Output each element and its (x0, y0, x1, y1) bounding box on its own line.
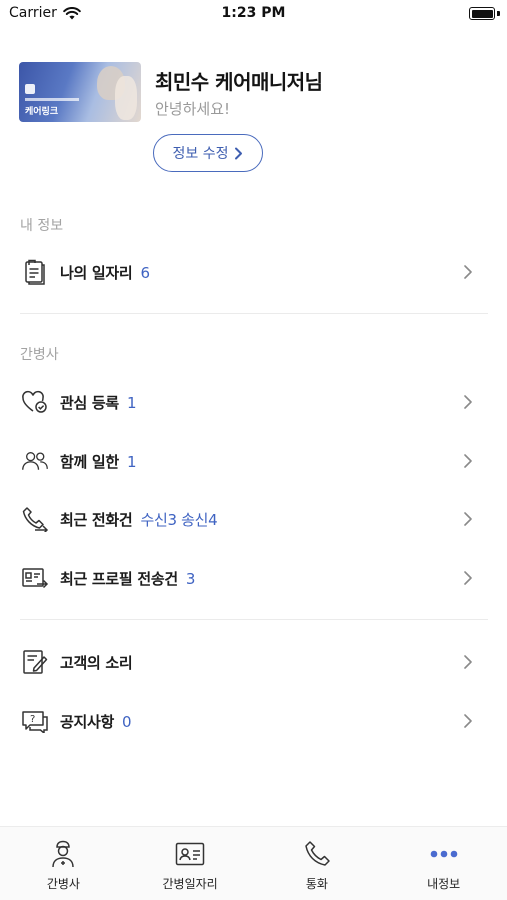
edit-note-icon (21, 648, 49, 676)
profile-header: 케어링크 최민수 케어매니저님 안녕하세요! 정보 수정 (19, 60, 489, 180)
tab-call[interactable]: 통화 (254, 827, 381, 900)
status-bar: Carrier 1:23 PM (0, 0, 507, 30)
chevron-right-icon (464, 454, 472, 468)
chevron-right-icon (464, 571, 472, 585)
menu-count: 0 (122, 712, 132, 731)
menu-label: 최근 프로필 전송건 3 (60, 569, 196, 588)
menu-count: 1 (126, 452, 137, 471)
menu-item-profile-sent[interactable]: 최근 프로필 전송건 3 (0, 550, 507, 606)
heart-check-icon (21, 388, 49, 416)
menu-item-worked-together[interactable]: 함께 일한 1 (0, 433, 507, 489)
tab-label: 간병사 (46, 877, 80, 891)
chevron-right-icon (464, 395, 472, 409)
menu-label: 관심 등록 1 (60, 393, 137, 412)
edit-info-button[interactable]: 정보 수정 (153, 134, 263, 172)
profile-banner-image: 케어링크 (19, 62, 141, 122)
menu-label: 최근 전화건 수신3 송신4 (60, 510, 218, 529)
menu-count: 1 (126, 393, 137, 412)
more-dots-icon (429, 839, 459, 869)
id-card-icon (175, 839, 205, 869)
section-label-caregiver: 간병사 (20, 347, 59, 363)
edit-info-label: 정보 수정 (172, 146, 229, 162)
profile-greeting: 안녕하세요! (155, 100, 231, 118)
menu-label: 공지사항 0 (60, 712, 132, 731)
notice-icon: ? (21, 707, 49, 735)
tab-label: 간병일자리 (162, 877, 218, 891)
menu-count: 3 (185, 569, 196, 588)
tab-caregiver-jobs[interactable]: 간병일자리 (127, 827, 254, 900)
profile-name: 최민수 케어매니저님 (155, 70, 323, 94)
section-divider (20, 619, 488, 620)
status-time: 1:23 PM (221, 5, 286, 21)
banner-brand-text: 케어링크 (25, 107, 59, 117)
menu-label: 함께 일한 1 (60, 452, 137, 471)
section-label-my-info: 내 정보 (20, 218, 64, 234)
menu-item-customer-voice[interactable]: 고객의 소리 (0, 634, 507, 690)
menu-label: 고객의 소리 (60, 653, 133, 672)
menu-item-my-jobs[interactable]: 나의 일자리 6 (0, 244, 507, 300)
svg-text:?: ? (30, 714, 35, 725)
menu-item-notices[interactable]: ? 공지사항 0 (0, 693, 507, 749)
menu-item-recent-calls[interactable]: 최근 전화건 수신3 송신4 (0, 491, 507, 547)
people-icon (21, 447, 49, 475)
chevron-right-icon (464, 265, 472, 279)
battery-tip (497, 11, 500, 16)
chevron-right-icon (464, 714, 472, 728)
section-divider (20, 313, 488, 314)
chevron-right-icon (235, 147, 243, 159)
tab-label: 통화 (305, 877, 328, 891)
phone-icon (302, 839, 332, 869)
battery-icon (469, 7, 495, 20)
tab-my-info[interactable]: 내정보 (380, 827, 507, 900)
menu-count: 6 (140, 263, 150, 282)
bottom-tab-bar: 간병사 간병일자리 통화 내정보 (0, 826, 507, 900)
brand-logo-icon (25, 84, 35, 94)
phone-arrow-icon (21, 505, 49, 533)
menu-item-favorites[interactable]: 관심 등록 1 (0, 374, 507, 430)
profile-send-icon (21, 564, 49, 592)
tab-caregiver[interactable]: 간병사 (0, 827, 127, 900)
clipboard-icon (21, 258, 49, 286)
tab-label: 내정보 (427, 877, 461, 891)
nurse-icon (48, 839, 78, 869)
menu-label: 나의 일자리 6 (60, 263, 150, 282)
chevron-right-icon (464, 512, 472, 526)
menu-count: 수신3 송신4 (140, 510, 218, 529)
chevron-right-icon (464, 655, 472, 669)
